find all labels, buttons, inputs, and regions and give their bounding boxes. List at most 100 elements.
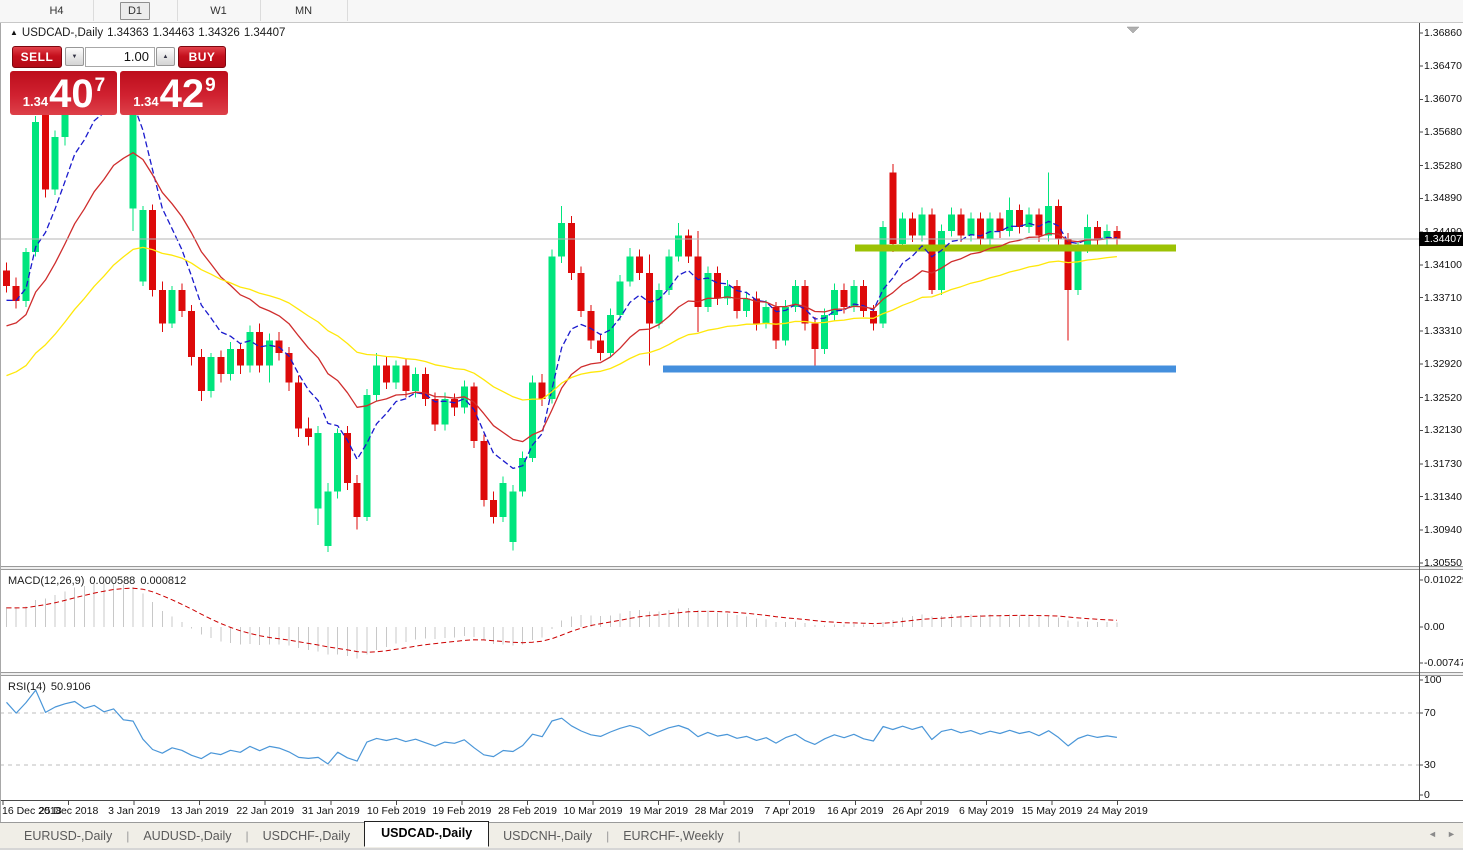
ma-line-38 bbox=[7, 247, 1117, 400]
candle-body bbox=[558, 223, 565, 257]
candle-body bbox=[373, 366, 380, 395]
candle-body bbox=[393, 366, 400, 383]
price-axis-label: 1.31340 bbox=[1424, 491, 1462, 503]
candle-body bbox=[587, 311, 594, 340]
tab-eurchf-weekly[interactable]: EURCHF-,Weekly bbox=[609, 826, 737, 846]
trade-controls-row: SELL ▼ 1.00 ▲ BUY bbox=[10, 45, 228, 69]
price-axis-label: 1.32520 bbox=[1424, 392, 1462, 404]
volume-increase-button[interactable]: ▲ bbox=[156, 47, 175, 66]
candle-body bbox=[821, 315, 828, 349]
timeframe-button-d1[interactable]: D1 bbox=[120, 2, 150, 20]
candle-body bbox=[529, 382, 536, 458]
date-axis-label: 10 Mar 2019 bbox=[564, 805, 623, 817]
timeframe-button-w1[interactable]: W1 bbox=[202, 2, 235, 20]
macd-indicator-label: MACD(12,26,9)0.0005880.000812 bbox=[8, 575, 191, 587]
rsi-axis-label: 30 bbox=[1424, 759, 1436, 771]
timeframe-button-h4[interactable]: H4 bbox=[41, 2, 71, 20]
candle-body bbox=[811, 324, 818, 349]
ohlc-high: 1.34463 bbox=[153, 27, 195, 39]
candle-body bbox=[938, 231, 945, 290]
date-axis-label: 10 Feb 2019 bbox=[367, 805, 426, 817]
tab-scroll-left-icon[interactable]: ◄ bbox=[1428, 829, 1437, 839]
candle-body bbox=[519, 458, 526, 492]
candle-body bbox=[987, 219, 994, 240]
candle-body bbox=[695, 256, 702, 306]
candle-body bbox=[266, 340, 273, 365]
candle-body bbox=[509, 492, 516, 542]
candle-body bbox=[42, 112, 49, 189]
candle-body bbox=[13, 286, 20, 301]
date-axis-label: 3 Jan 2019 bbox=[108, 805, 160, 817]
date-axis-label: 6 May 2019 bbox=[959, 805, 1014, 817]
price-axis-label: 1.36070 bbox=[1424, 93, 1462, 105]
sell-button[interactable]: SELL bbox=[12, 46, 62, 68]
tab-audusd-daily[interactable]: AUDUSD-,Daily bbox=[129, 826, 245, 846]
volume-decrease-button[interactable]: ▼ bbox=[65, 47, 84, 66]
tab-eurusd-daily[interactable]: EURUSD-,Daily bbox=[10, 826, 126, 846]
sell-price-pips: 7 bbox=[95, 75, 106, 97]
candle-body bbox=[743, 298, 750, 311]
rsi-indicator-label: RSI(14)50.9106 bbox=[8, 681, 96, 693]
candle-body bbox=[247, 332, 254, 366]
date-axis-label: 19 Mar 2019 bbox=[629, 805, 688, 817]
candle-body bbox=[471, 387, 478, 442]
candle-body bbox=[841, 290, 848, 307]
chart-window-border-left bbox=[0, 22, 1, 848]
candle-body bbox=[305, 429, 312, 437]
price-axis-label: 1.35280 bbox=[1424, 160, 1462, 172]
timeframe-button-mn[interactable]: MN bbox=[287, 2, 320, 20]
candle-body bbox=[996, 219, 1003, 232]
price-axis-label: 1.33710 bbox=[1424, 292, 1462, 304]
tab-scroll-right-icon[interactable]: ► bbox=[1447, 829, 1456, 839]
candle-body bbox=[1026, 214, 1033, 227]
toolbar-cell: H4 bbox=[20, 0, 94, 21]
tab-usdcad-daily[interactable]: USDCAD-,Daily bbox=[364, 821, 489, 847]
tab-separator: | bbox=[738, 829, 741, 843]
candle-body bbox=[285, 353, 292, 382]
volume-input[interactable]: 1.00 bbox=[85, 47, 155, 67]
date-axis-label: 28 Feb 2019 bbox=[498, 805, 557, 817]
macd-value-main: 0.000588 bbox=[89, 575, 135, 587]
buy-button[interactable]: BUY bbox=[178, 46, 226, 68]
price-axis-label: 1.30550 bbox=[1424, 557, 1462, 569]
macd-axis-label: 0.010229 bbox=[1424, 574, 1463, 586]
one-click-trading-panel: SELL ▼ 1.00 ▲ BUY 1.34407 1.34429 bbox=[10, 45, 228, 115]
collapse-panel-icon[interactable]: ▲ bbox=[10, 28, 18, 37]
candle-body bbox=[169, 290, 176, 324]
candle-body bbox=[636, 256, 643, 273]
candle-body bbox=[363, 395, 370, 517]
candle-body bbox=[237, 349, 244, 366]
candle-body bbox=[227, 349, 234, 374]
trade-price-row: 1.34407 1.34429 bbox=[10, 71, 228, 115]
tab-usdcnh-daily[interactable]: USDCNH-,Daily bbox=[489, 826, 606, 846]
price-axis-label: 1.35680 bbox=[1424, 126, 1462, 138]
sell-price-tile[interactable]: 1.34407 bbox=[10, 71, 117, 115]
price-axis-label: 1.30940 bbox=[1424, 524, 1462, 536]
date-axis-label: 15 May 2019 bbox=[1022, 805, 1083, 817]
candle-body bbox=[130, 111, 137, 208]
candle-body bbox=[354, 483, 361, 517]
tab-usdchf-daily[interactable]: USDCHF-,Daily bbox=[249, 826, 365, 846]
candle-body bbox=[646, 273, 653, 323]
price-axis-label: 1.36860 bbox=[1424, 27, 1462, 39]
macd-axis-label: 0.00 bbox=[1424, 621, 1444, 633]
candle-body bbox=[178, 290, 185, 311]
candle-body bbox=[597, 340, 604, 353]
candle-body bbox=[763, 307, 770, 324]
macd-histogram bbox=[7, 583, 1117, 659]
candle-body bbox=[383, 366, 390, 383]
candle-body bbox=[967, 219, 974, 236]
macd-value-signal: 0.000812 bbox=[140, 575, 186, 587]
candle-body bbox=[802, 286, 809, 324]
price-axis-label: 1.31730 bbox=[1424, 458, 1462, 470]
candle-body bbox=[432, 399, 439, 424]
candle-body bbox=[441, 399, 448, 424]
buy-price-big: 42 bbox=[160, 75, 205, 113]
buy-price-pips: 9 bbox=[205, 75, 216, 97]
current-price-badge: 1.34407 bbox=[1419, 232, 1463, 246]
candle-body bbox=[568, 223, 575, 273]
candle-body bbox=[1094, 227, 1101, 240]
candle-body bbox=[919, 214, 926, 235]
buy-price-tile[interactable]: 1.34429 bbox=[120, 71, 228, 115]
rsi-line bbox=[7, 690, 1117, 764]
